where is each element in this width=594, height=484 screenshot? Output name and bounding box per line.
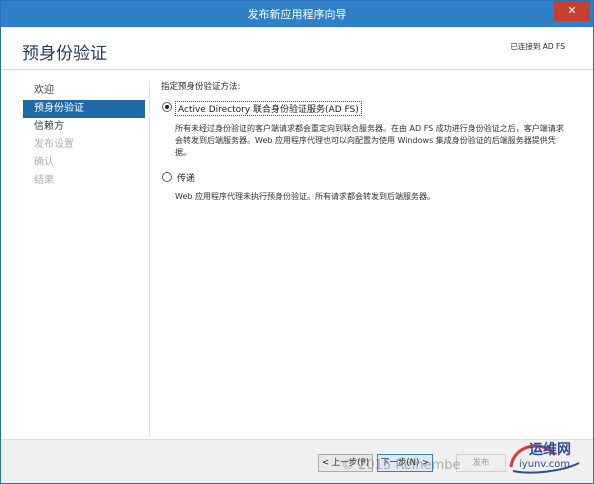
copyright-watermark: © 2015 Reinembe <box>341 458 461 473</box>
wizard-step-nav: 欢迎 预身份验证 信赖方 发布设置 确认 结果 <box>23 82 145 190</box>
destination-server-label: 已连接到 AD FS <box>510 42 565 51</box>
option-passthrough[interactable]: 传递 Web 应用程序代理未执行预身份验证。所有请求都会转发到后端服务器。 <box>161 171 581 203</box>
site-logo: 运维网 iyunv.com <box>503 437 587 477</box>
nav-step-preauth[interactable]: 预身份验证 <box>23 100 145 118</box>
logo-url: iyunv.com <box>519 459 571 470</box>
preauth-panel: 指定预身份验证方法: Active Directory 联合身份验证服务(AD … <box>161 80 581 203</box>
title-bar: 发布新应用程序向导 ✕ <box>1 1 593 27</box>
page-title: 预身份验证 <box>22 44 107 64</box>
option-adfs[interactable]: Active Directory 联合身份验证服务(AD FS) 所有未经过身份… <box>161 101 581 159</box>
nav-step-results: 结果 <box>34 175 54 186</box>
method-section-label: 指定预身份验证方法: <box>161 82 241 92</box>
nav-step-confirmation: 确认 <box>34 157 54 168</box>
passthrough-option-description: Web 应用程序代理未执行预身份验证。所有请求都会转发到后端服务器。 <box>175 192 435 201</box>
adfs-radio-button[interactable] <box>162 102 172 112</box>
page-header: 预身份验证 已连接到 AD FS <box>1 27 593 70</box>
wizard-window: 发布新应用程序向导 ✕ 预身份验证 已连接到 AD FS 欢迎 预身份验证 信赖… <box>0 0 594 484</box>
passthrough-radio-button[interactable] <box>162 172 172 182</box>
logo-text: 运维网 <box>529 442 571 458</box>
nav-divider <box>149 81 150 437</box>
window-title: 发布新应用程序向导 <box>247 8 347 21</box>
passthrough-option-label[interactable]: 传递 <box>175 171 197 184</box>
nav-step-welcome[interactable]: 欢迎 <box>23 82 145 100</box>
adfs-option-label[interactable]: Active Directory 联合身份验证服务(AD FS) <box>175 101 362 116</box>
publish-button: 发布 <box>456 454 506 472</box>
content-area: 欢迎 预身份验证 信赖方 发布设置 确认 结果 指定预身份验证方法: Activ… <box>1 71 593 439</box>
adfs-option-description: 所有未经过身份验证的客户端请求都会重定向到联合服务器。在由 AD FS 成功进行… <box>175 124 564 157</box>
close-button[interactable]: ✕ <box>554 1 590 21</box>
nav-step-publish-settings: 发布设置 <box>34 139 74 150</box>
nav-step-relying-party[interactable]: 信赖方 <box>23 118 145 136</box>
